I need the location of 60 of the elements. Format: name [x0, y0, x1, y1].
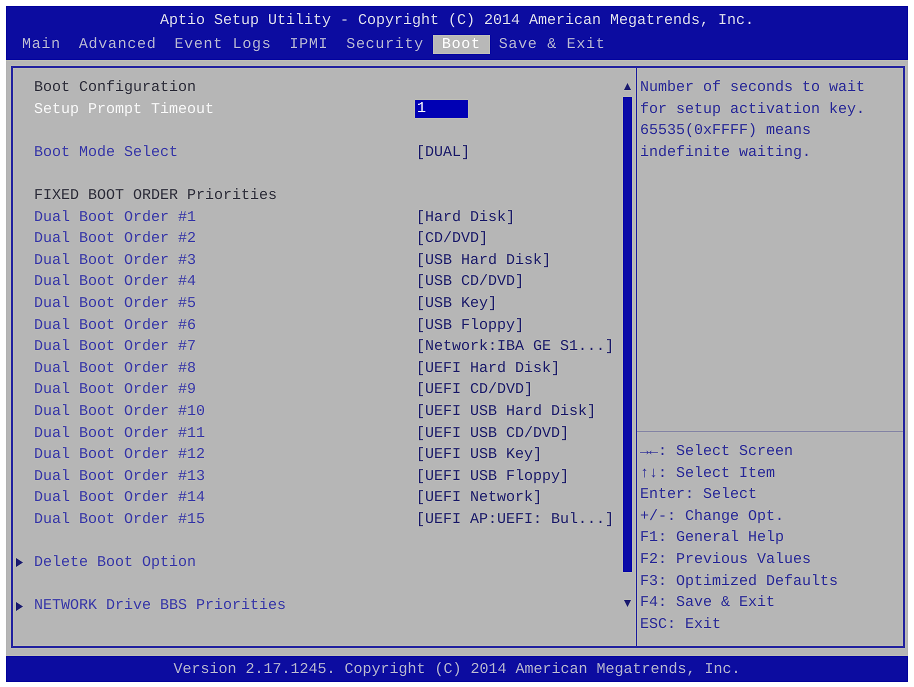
setting-value[interactable]: [USB Key] — [416, 292, 498, 315]
setting-value[interactable]: [UEFI Network] — [416, 487, 542, 509]
setting-label[interactable]: Boot Mode Select — [34, 142, 178, 164]
setting-value[interactable]: [DUAL] — [416, 142, 470, 164]
setting-label[interactable]: Dual Boot Order #7 — [34, 336, 196, 358]
setting-label[interactable]: Dual Boot Order #10 — [34, 400, 206, 422]
help-text: Number of seconds to wait for setup activation key. 65535(0xFFFF) means indefinite waiting. — [640, 78, 866, 163]
tab[interactable]: Advanced — [70, 35, 166, 54]
setting-value[interactable]: [USB CD/DVD] — [416, 271, 524, 293]
key-hint: F4: Save & Exit — [640, 593, 776, 614]
setting-label[interactable]: Dual Boot Order #3 — [34, 250, 196, 272]
key-hint: F2: Previous Values — [640, 550, 812, 570]
setting-label[interactable]: Dual Boot Order #15 — [34, 508, 206, 530]
section-heading: FIXED BOOT ORDER Priorities — [34, 186, 278, 206]
section-heading: Boot Configuration — [34, 78, 196, 98]
setting-label[interactable]: Dual Boot Order #11 — [34, 422, 206, 444]
tab[interactable]: Security — [337, 35, 433, 54]
key-hint: →←: Select Screen — [640, 442, 794, 462]
setting-value[interactable]: [Hard Disk] — [416, 206, 516, 228]
submenu-item[interactable]: NETWORK Drive BBS Priorities — [34, 595, 286, 617]
setting-value[interactable]: [UEFI AP:UEFI: Bul...] — [416, 508, 614, 530]
setting-label[interactable]: Dual Boot Order #5 — [34, 292, 196, 315]
setting-value[interactable]: [UEFI USB Key] — [416, 444, 542, 466]
version-text: Version 2.17.1245. Copyright (C) 2014 American Megatrends, Inc. — [173, 660, 741, 678]
setting-value[interactable]: [UEFI CD/DVD] — [416, 379, 534, 401]
setting-value[interactable]: [UEFI Hard Disk] — [416, 358, 560, 380]
setting-label[interactable]: Dual Boot Order #13 — [34, 466, 206, 488]
tab[interactable]: IPMI — [280, 35, 338, 54]
setting-label[interactable]: Dual Boot Order #4 — [34, 271, 196, 293]
setting-value[interactable]: [UEFI USB Hard Disk] — [416, 400, 596, 422]
setting-label[interactable]: Dual Boot Order #6 — [34, 314, 196, 336]
setting-label[interactable]: Dual Boot Order #9 — [34, 379, 196, 401]
submenu-item[interactable]: Delete Boot Option — [34, 552, 196, 574]
key-hint: ESC: Exit — [640, 614, 722, 635]
triangle-icon — [16, 602, 23, 611]
setting-label[interactable]: Dual Boot Order #1 — [34, 206, 196, 228]
key-hint: F1: General Help — [640, 528, 784, 548]
setting-value[interactable]: [USB Hard Disk] — [416, 250, 552, 272]
triangle-icon — [16, 558, 23, 568]
setting-label[interactable]: Dual Boot Order #2 — [34, 228, 196, 250]
scrollbar-thumb[interactable] — [622, 97, 632, 572]
key-hint: F3: Optimized Defaults — [640, 572, 838, 592]
setting-value[interactable]: [Network:IBA GE S1...] — [416, 336, 614, 358]
setting-value[interactable]: [USB Floppy] — [416, 314, 524, 336]
setting-value[interactable]: [CD/DVD] — [416, 228, 488, 250]
setting-label[interactable]: Dual Boot Order #8 — [34, 358, 196, 380]
number-field[interactable]: 1 — [415, 100, 468, 118]
key-hint: +/-: Change Opt. — [640, 506, 784, 527]
scroll-up-icon[interactable] — [624, 83, 630, 90]
key-hint: Enter: Select — [640, 485, 758, 506]
scroll-down-icon[interactable] — [624, 600, 630, 607]
setting-value[interactable]: [UEFI USB Floppy] — [416, 466, 570, 488]
window-title: Aptio Setup Utility - Copyright (C) 2014 American Megatrends, Inc. — [160, 11, 754, 30]
setting-label[interactable]: Dual Boot Order #14 — [34, 487, 206, 509]
setting-value[interactable]: [UEFI USB CD/DVD] — [416, 422, 570, 444]
tab[interactable]: Event Logs — [165, 35, 280, 54]
tab[interactable]: Main — [13, 35, 70, 54]
tab[interactable]: Save & Exit — [490, 35, 614, 54]
key-hint: ↑↓: Select Item — [640, 464, 776, 484]
setting-label[interactable]: Dual Boot Order #12 — [34, 444, 206, 466]
